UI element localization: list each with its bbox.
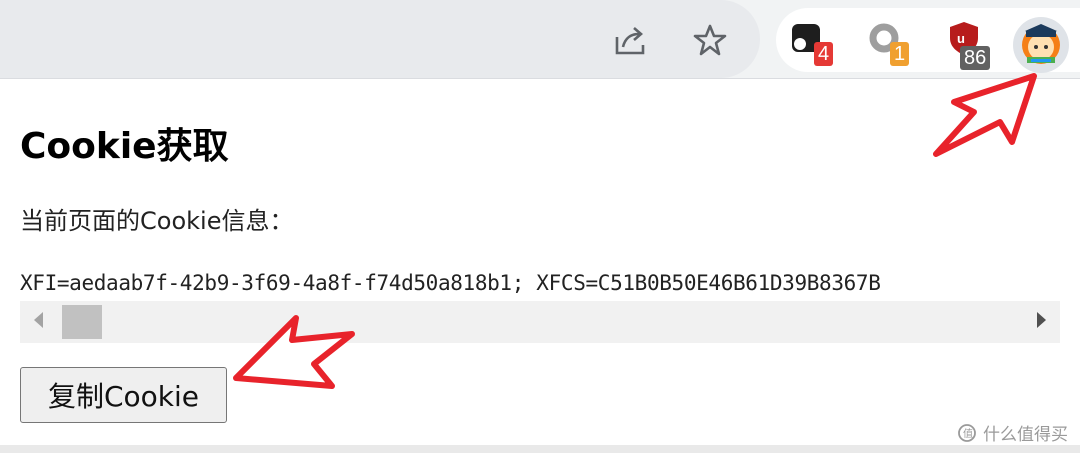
annotation-arrow-top-icon — [933, 73, 1037, 157]
extension-button-2[interactable]: 1 — [868, 20, 912, 66]
profile-avatar-button[interactable] — [1013, 17, 1069, 73]
cookie-popup: Cookie获取 当前页面的Cookie信息： XFI=aedaab7f-42b… — [0, 79, 1080, 453]
extension-button-1[interactable]: 4 — [790, 20, 834, 66]
profile-avatar-icon — [1022, 24, 1060, 64]
scroll-right-arrow-icon[interactable] — [1037, 312, 1046, 328]
cookie-value-text[interactable]: XFI=aedaab7f-42b9-3f69-4a8f-f74d50a818b1… — [20, 271, 1060, 303]
badge-count: 86 — [960, 46, 991, 70]
watermark: 值 什么值得买 — [957, 420, 1068, 445]
annotation-arrow-bottom-icon — [233, 315, 355, 389]
copy-cookie-button[interactable]: 复制Cookie — [20, 367, 227, 423]
popup-bottom-border — [0, 445, 1080, 453]
scroll-left-arrow-icon[interactable] — [34, 312, 43, 328]
badge-count: 1 — [890, 42, 910, 66]
scrollbar-thumb[interactable] — [62, 305, 102, 339]
svg-text:u: u — [957, 31, 965, 46]
watermark-logo-icon: 值 — [958, 423, 976, 442]
watermark-text: 什么值得买 — [983, 425, 1068, 445]
browser-toolbar: 4 1 u 86 — [0, 0, 1080, 79]
extension-button-ublock[interactable]: u 86 — [946, 20, 991, 70]
badge-count: 4 — [814, 42, 834, 66]
svg-text:值: 值 — [963, 427, 973, 440]
cookie-value-container: XFI=aedaab7f-42b9-3f69-4a8f-f74d50a818b1… — [20, 265, 1060, 343]
share-icon[interactable] — [612, 22, 648, 58]
page-title: Cookie获取 — [20, 126, 229, 167]
star-icon[interactable] — [692, 22, 728, 58]
cookie-info-label: 当前页面的Cookie信息： — [20, 207, 294, 235]
horizontal-scrollbar[interactable] — [20, 301, 1060, 343]
